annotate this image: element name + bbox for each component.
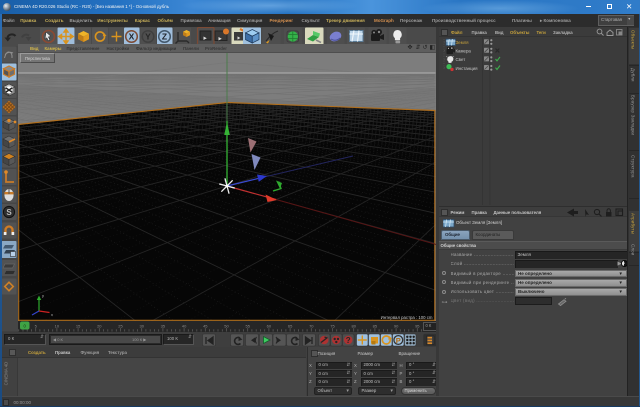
svg-text:45: 45 [203,324,208,329]
svg-text:y: y [42,293,44,298]
svg-text:40: 40 [181,324,186,329]
svg-text:60: 60 [266,324,271,329]
svg-text:35: 35 [160,324,165,329]
svg-text:70: 70 [309,324,314,329]
svg-text:55: 55 [245,324,250,329]
svg-text:25: 25 [118,324,123,329]
svg-text:65: 65 [287,324,292,329]
svg-text:Z: Z [162,31,167,41]
svg-text:x: x [51,312,53,317]
svg-text:75: 75 [330,324,335,329]
svg-text:85: 85 [372,324,377,329]
svg-text:5: 5 [34,324,37,329]
svg-text:Свет: Свет [455,57,465,62]
svg-text:10: 10 [54,324,59,329]
svg-text:95: 95 [415,324,420,329]
svg-text:15: 15 [75,324,80,329]
svg-text:Камера: Камера [455,49,471,54]
svg-text:Земля: Земля [455,40,469,45]
svg-text:50: 50 [224,324,229,329]
svg-text:30: 30 [139,324,144,329]
svg-text:80: 80 [351,324,356,329]
svg-text:Инстанция: Инстанция [455,66,478,71]
svg-text:X: X [129,31,135,41]
svg-text:P: P [396,335,401,344]
svg-text:90: 90 [393,324,398,329]
svg-text:Y: Y [145,31,151,41]
svg-text:20: 20 [97,324,102,329]
svg-text:S: S [6,208,12,217]
svg-text:?: ? [346,336,351,345]
